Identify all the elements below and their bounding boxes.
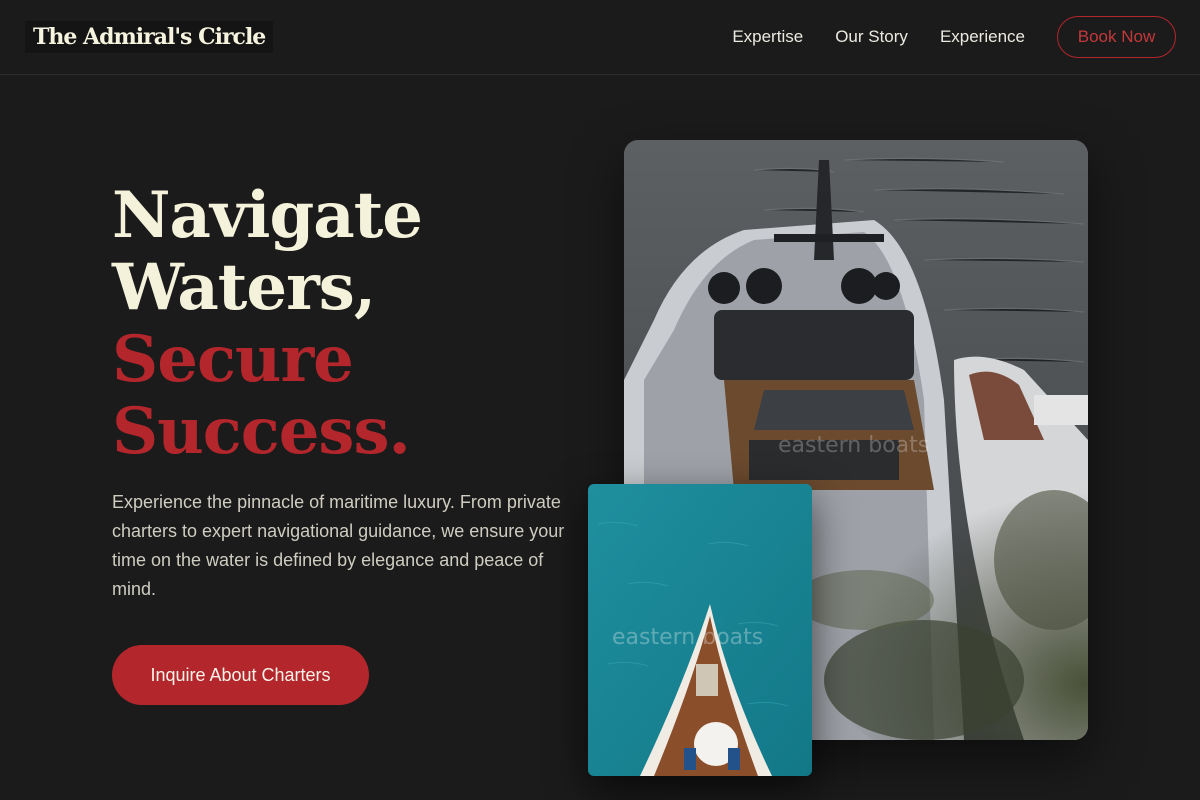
hero-title-line-2: Waters,: [112, 250, 376, 325]
hero-title-line-3: Secure: [112, 322, 354, 397]
hero-title-line-4: Success.: [112, 394, 411, 469]
nav-link-experience[interactable]: Experience: [940, 27, 1025, 47]
inquire-charters-button[interactable]: Inquire About Charters: [112, 645, 369, 705]
main-watermark: eastern boats: [778, 433, 929, 458]
hero-description: Experience the pinnacle of maritime luxu…: [112, 492, 565, 599]
hero-title-line-1: Navigate: [112, 178, 423, 253]
book-now-button[interactable]: Book Now: [1057, 16, 1176, 58]
site-header: The Admiral's Circle Expertise Our Story…: [0, 0, 1200, 75]
nav-link-our-story[interactable]: Our Story: [835, 27, 908, 47]
brand-logo[interactable]: The Admiral's Circle: [25, 21, 274, 53]
yacht-aerial-image: eastern boats: [588, 484, 812, 776]
main-nav: Expertise Our Story Experience Book Now: [732, 16, 1176, 58]
nav-link-expertise[interactable]: Expertise: [732, 27, 803, 47]
small-watermark: eastern boats: [612, 625, 763, 650]
hero-title: Navigate Waters, Secure Success.: [112, 180, 592, 468]
